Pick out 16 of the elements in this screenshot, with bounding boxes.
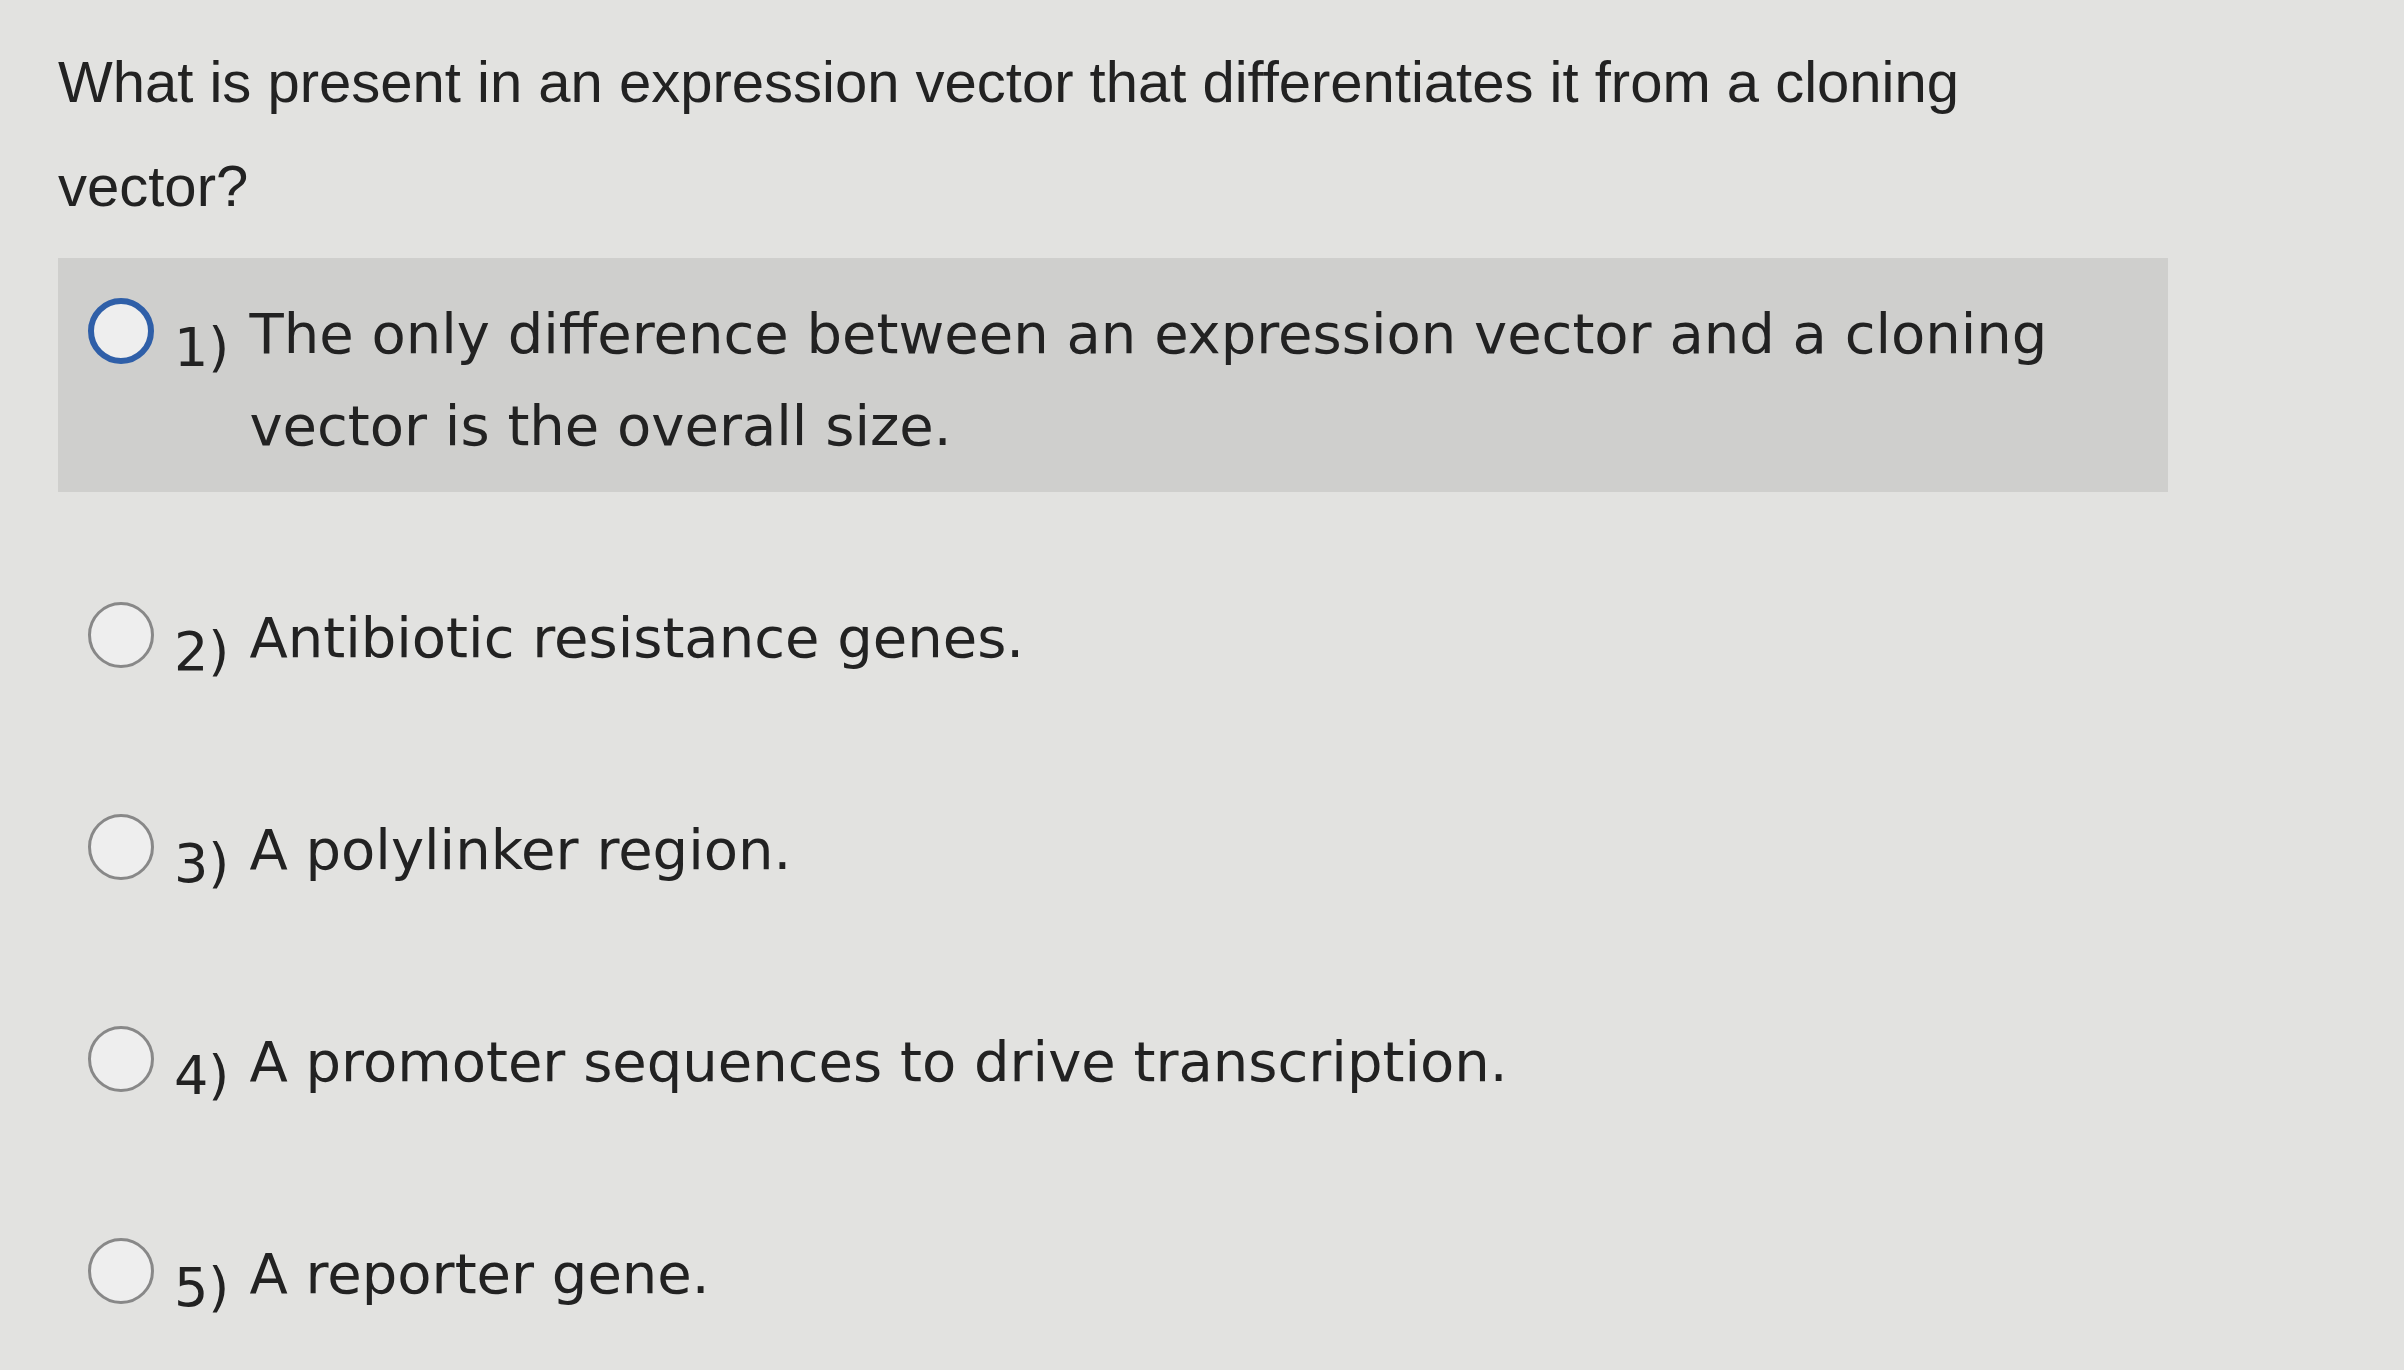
- option-label: Antibiotic resistance genes.: [249, 604, 1025, 672]
- option-label: A reporter gene.: [249, 1240, 710, 1308]
- option-number: 1): [174, 315, 230, 379]
- option-label: The only difference between an expression vector and a cloning vector is the overall size.: [249, 300, 2049, 460]
- option-label: A polylinker region.: [249, 816, 792, 884]
- option-number: 3): [174, 831, 230, 895]
- answer-option[interactable]: 3) A polylinker region.: [58, 774, 2168, 916]
- option-label: A promoter sequences to drive transcription.: [249, 1028, 1508, 1096]
- option-number: 2): [174, 619, 230, 683]
- answer-option[interactable]: 2) Antibiotic resistance genes.: [58, 562, 2168, 704]
- answer-option[interactable]: 5) A reporter gene.: [58, 1198, 2168, 1340]
- option-number: 4): [174, 1043, 230, 1107]
- option-number: 5): [174, 1255, 230, 1319]
- answer-option[interactable]: 4) A promoter sequences to drive transcription.: [58, 986, 2168, 1128]
- answer-option[interactable]: 1) The only difference between an expression vector and a cloning vector is the overall size.: [58, 258, 2168, 492]
- question-text: What is present in an expression vector that differentiates it from a cloning vector?: [58, 48, 1960, 220]
